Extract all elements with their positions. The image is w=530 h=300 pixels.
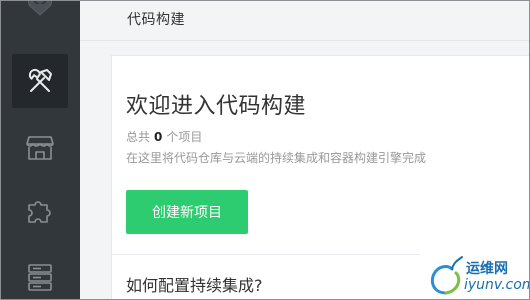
server-icon bbox=[26, 262, 54, 292]
header-divider bbox=[80, 40, 530, 41]
sidebar-item-plugins[interactable] bbox=[12, 184, 68, 238]
fox-logo-icon[interactable] bbox=[20, 0, 60, 18]
sidebar-item-store[interactable] bbox=[12, 121, 68, 175]
welcome-description: 在这里将代码仓库与云端的持续集成和容器构建引擎完成 bbox=[126, 151, 427, 165]
sidebar-item-build[interactable] bbox=[12, 54, 68, 108]
store-icon bbox=[25, 134, 55, 162]
top-header: 代码构建 bbox=[80, 0, 530, 40]
watermark-text-cn: 运维网 bbox=[466, 261, 508, 277]
sidebar-item-servers[interactable] bbox=[12, 250, 68, 300]
watermark: 运维网 iyunv.com bbox=[420, 250, 530, 300]
faq-ci-title[interactable]: 如何配置持续集成? bbox=[126, 272, 263, 296]
project-count-prefix: 总共 bbox=[126, 130, 151, 144]
page-title: 代码构建 bbox=[127, 12, 185, 28]
project-count-value: 0 bbox=[154, 130, 163, 144]
create-project-button[interactable]: 创建新项目 bbox=[126, 190, 248, 234]
hammer-wrench-icon bbox=[25, 66, 55, 96]
sidebar bbox=[0, 0, 80, 300]
puzzle-icon bbox=[25, 196, 55, 226]
project-count-suffix: 个项目 bbox=[166, 130, 203, 144]
watermark-logo-icon bbox=[426, 253, 466, 300]
watermark-text-en: iyunv.com bbox=[464, 277, 530, 293]
project-count: 总共 0 个项目 bbox=[126, 128, 202, 145]
welcome-title: 欢迎进入代码构建 bbox=[126, 94, 307, 119]
